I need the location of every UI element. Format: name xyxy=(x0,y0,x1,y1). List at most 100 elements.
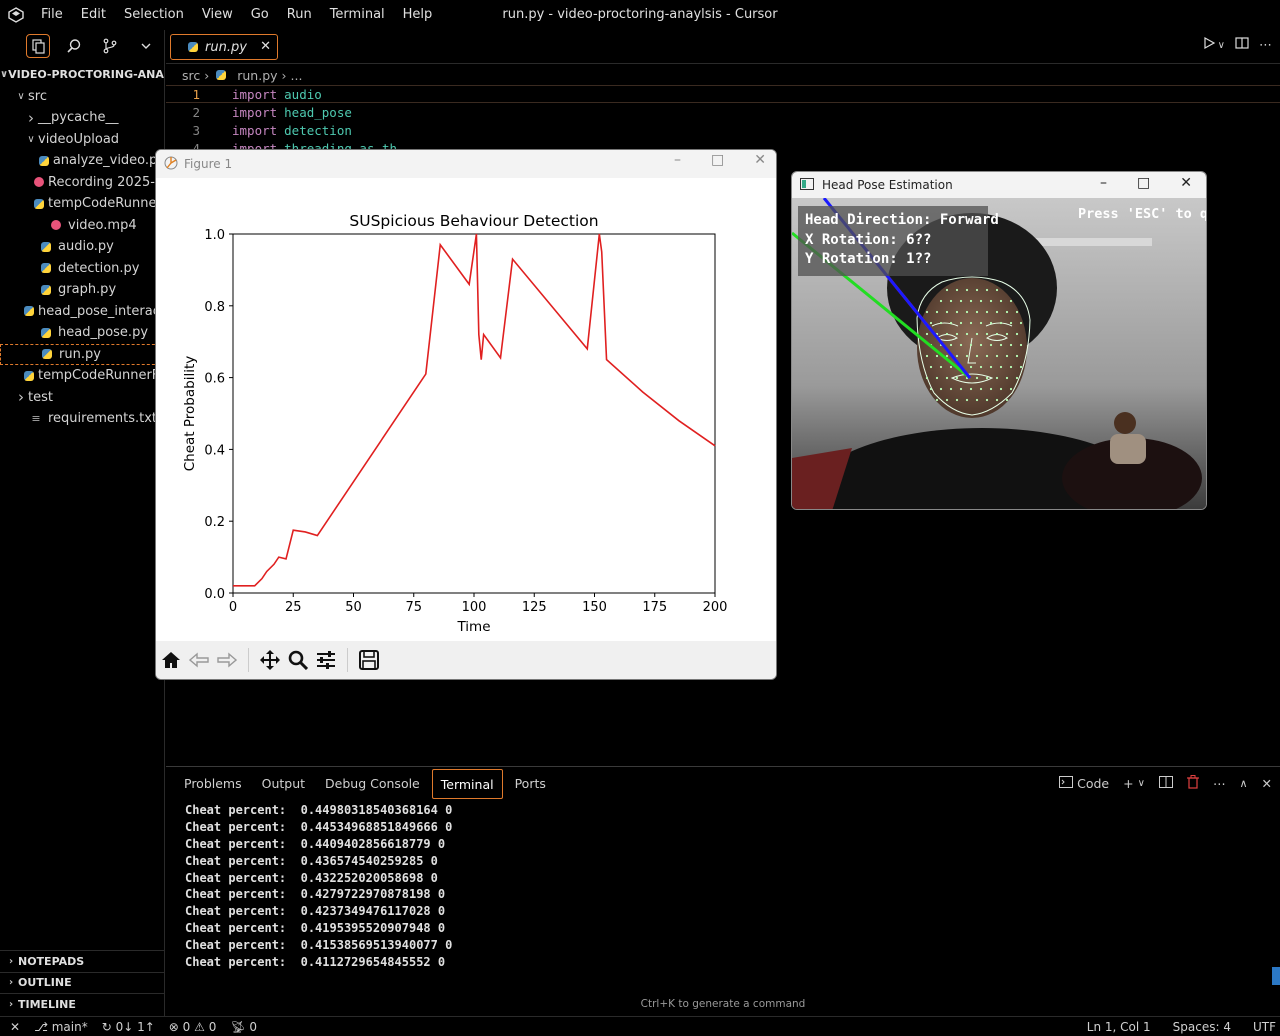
close-icon[interactable]: ✕ xyxy=(754,152,766,168)
split-terminal-icon[interactable] xyxy=(1158,776,1173,791)
sync-status[interactable]: ↻ 0↓ 1↑ xyxy=(102,1020,155,1034)
cursor-position[interactable]: Ln 1, Col 1 xyxy=(1087,1020,1151,1034)
close-icon[interactable]: ✕ xyxy=(260,39,271,54)
code-editor[interactable]: 1 import audio 2 import head_pose 3 import detec… xyxy=(166,85,1280,157)
figure-title-bar[interactable]: Figure 1 – □ ✕ xyxy=(156,150,776,178)
encoding[interactable]: UTF xyxy=(1253,1020,1276,1034)
terminal-output[interactable]: Cheat percent: 0.44980318540368164 0 Chea… xyxy=(185,803,452,972)
close-icon[interactable]: ✕ xyxy=(1180,175,1192,191)
head-pose-window[interactable]: Head Pose Estimation – □ ✕ Head Directio… xyxy=(791,171,1207,510)
run-icon[interactable] xyxy=(1202,36,1216,54)
tab-run-py[interactable]: run.py ✕ xyxy=(170,34,278,60)
ports-status[interactable]: 📡︎ 0 xyxy=(230,1020,257,1034)
menu-help[interactable]: Help xyxy=(394,0,442,30)
minimize-icon[interactable]: – xyxy=(674,152,681,168)
zoom-icon[interactable] xyxy=(287,649,309,671)
line-number: 1 xyxy=(192,86,200,102)
menu-go[interactable]: Go xyxy=(242,0,278,30)
back-arrow-icon[interactable] xyxy=(188,649,210,671)
maximize-icon[interactable]: □ xyxy=(711,152,724,168)
python-file-icon xyxy=(38,284,54,295)
sync-icon: ↻ xyxy=(101,1019,116,1034)
explorer-icon[interactable] xyxy=(26,34,50,58)
tree-item[interactable]: video.mp4 xyxy=(0,215,165,237)
close-icon[interactable]: ✕ xyxy=(1262,776,1272,791)
pan-icon[interactable] xyxy=(259,649,281,671)
tree-item[interactable]: tempCodeRunnerFil... xyxy=(0,365,165,387)
menu-file[interactable]: File xyxy=(32,0,72,30)
code-line[interactable]: 3 import detection xyxy=(166,121,1280,139)
chevron-up-icon[interactable]: ∧ xyxy=(1239,777,1247,790)
indentation[interactable]: Spaces: 4 xyxy=(1173,1020,1231,1034)
x-tick-label: 75 xyxy=(405,600,422,615)
chart-title: SUSpicious Behaviour Detection xyxy=(349,212,598,230)
tree-item[interactable]: run.py xyxy=(0,343,165,365)
terminal-scrollbar[interactable] xyxy=(1272,967,1280,985)
tab-terminal[interactable]: Terminal xyxy=(431,769,503,799)
menu-run[interactable]: Run xyxy=(278,0,321,30)
tree-item[interactable]: detection.py xyxy=(0,258,165,280)
breadcrumb-file[interactable]: run.py xyxy=(237,68,277,83)
timeline-section[interactable]: › TIMELINE xyxy=(0,993,165,1015)
terminal-line: Cheat percent: 0.4112729654845552 0 xyxy=(185,955,446,970)
more-icon[interactable]: ⋯ xyxy=(1213,776,1226,791)
split-editor-icon[interactable] xyxy=(1235,36,1249,54)
tree-item-label: __pycache__ xyxy=(38,110,119,126)
menu-edit[interactable]: Edit xyxy=(72,0,115,30)
breadcrumb-symbol[interactable]: ... xyxy=(291,68,303,83)
code-line[interactable]: 1 import audio xyxy=(166,85,1280,103)
search-icon[interactable] xyxy=(62,34,86,58)
tree-item[interactable]: graph.py xyxy=(0,279,165,301)
notepads-section[interactable]: › NOTEPADS xyxy=(0,950,165,972)
tree-item[interactable]: › test xyxy=(0,387,165,409)
tab-debug-console[interactable]: Debug Console xyxy=(317,769,428,799)
menu-selection[interactable]: Selection xyxy=(115,0,193,30)
tab-ports[interactable]: Ports xyxy=(507,769,554,799)
terminal-profile-label[interactable]: Code xyxy=(1077,776,1109,791)
tree-item[interactable]: tempCodeRunnerF... xyxy=(0,193,165,215)
trash-icon[interactable] xyxy=(1186,775,1199,792)
remote-icon[interactable]: ✕ xyxy=(10,1020,20,1034)
tree-item[interactable]: head_pose_interacti... xyxy=(0,301,165,323)
tree-item[interactable]: ∨ videoUpload xyxy=(0,129,165,151)
menu-terminal[interactable]: Terminal xyxy=(321,0,394,30)
tab-problems[interactable]: Problems xyxy=(176,769,250,799)
chevron-down-icon[interactable]: ∨ xyxy=(1218,40,1225,51)
tree-item[interactable]: › __pycache__ xyxy=(0,107,165,129)
chevron-right-icon: › xyxy=(281,67,287,83)
add-terminal-icon[interactable]: + xyxy=(1123,776,1133,791)
chevron-down-icon[interactable] xyxy=(134,34,158,58)
home-icon[interactable] xyxy=(160,649,182,671)
source-control-icon[interactable] xyxy=(98,34,122,58)
breadcrumb-src[interactable]: src xyxy=(182,68,200,83)
tree-item[interactable]: ∨ src xyxy=(0,86,165,108)
tree-item[interactable]: ≡ requirements.txt xyxy=(0,408,165,430)
menu-view[interactable]: View xyxy=(193,0,242,30)
y-rotation-text: Y Rotation: 1?? xyxy=(805,251,932,267)
configure-subplots-icon[interactable] xyxy=(315,649,337,671)
python-file-icon xyxy=(185,42,201,52)
outline-section[interactable]: › OUTLINE xyxy=(0,971,165,994)
tree-item[interactable]: head_pose.py xyxy=(0,322,165,344)
tab-output[interactable]: Output xyxy=(254,769,313,799)
branch-status[interactable]: ⎇ main* xyxy=(34,1020,88,1034)
problems-status[interactable]: ⊗ 0 ⚠ 0 xyxy=(169,1020,217,1034)
y-tick-label: 0.4 xyxy=(204,443,225,458)
save-icon[interactable] xyxy=(358,649,380,671)
explorer-root[interactable]: ∨ VIDEO-PROCTORING-ANA... xyxy=(0,64,165,86)
head-pose-title-bar[interactable]: Head Pose Estimation – □ ✕ xyxy=(792,172,1206,198)
tree-item[interactable]: audio.py xyxy=(0,236,165,258)
code-line[interactable]: 2 import head_pose xyxy=(166,103,1280,121)
tree-item[interactable]: analyze_video.py xyxy=(0,150,165,172)
x-tick-label: 0 xyxy=(229,600,237,615)
minimize-icon[interactable]: – xyxy=(1100,175,1107,191)
figure-window[interactable]: Figure 1 – □ ✕ 0 25 50 75 100 125 150 175 200 0.0… xyxy=(155,149,777,680)
tree-item[interactable]: Recording 2025-03... xyxy=(0,172,165,194)
chevron-down-icon[interactable]: ∨ xyxy=(1138,778,1145,789)
keyword: import xyxy=(232,86,278,102)
forward-arrow-icon[interactable] xyxy=(216,649,238,671)
more-icon[interactable]: ⋯ xyxy=(1259,38,1272,53)
camera-feed: Head Direction: Forward X Rotation: 6?? … xyxy=(792,197,1206,509)
maximize-icon[interactable]: □ xyxy=(1137,175,1150,191)
tree-item-label: head_pose.py xyxy=(58,325,149,341)
